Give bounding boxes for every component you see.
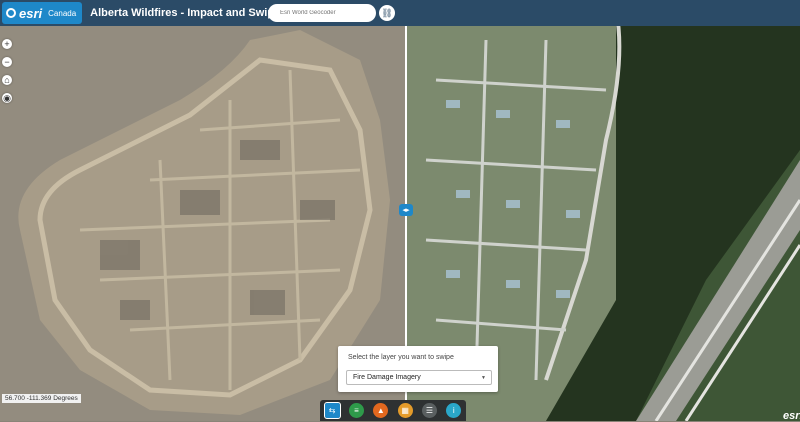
swipe-panel-label: Select the layer you want to swipe (348, 354, 454, 361)
grid-icon[interactable]: ▦ (397, 403, 413, 418)
search-input[interactable] (278, 9, 376, 17)
home-icon[interactable]: ⌂ (2, 75, 12, 85)
swipe-tool-icon[interactable]: ⇆ (323, 402, 341, 419)
coordinates-readout: 56.700 -111.369 Degrees (2, 394, 81, 403)
link-icon[interactable]: ⛓ (379, 5, 395, 21)
info-icon[interactable]: i (446, 403, 462, 418)
chevron-down-icon: ▼ (481, 375, 486, 381)
swipe-icon[interactable]: ◂▸ (399, 204, 413, 216)
search-box[interactable] (268, 4, 376, 22)
locate-icon[interactable]: ◉ (2, 93, 12, 103)
plus-icon[interactable]: + (2, 39, 12, 49)
app-header: esri Canada Alberta Wildfires - Impact a… (0, 0, 800, 26)
esri-canada-logo[interactable]: esri Canada (2, 2, 83, 24)
minus-icon[interactable]: − (2, 57, 12, 67)
swipe-layer-select[interactable]: Fire Damage Imagery ▼ (346, 370, 492, 385)
globe-icon (6, 8, 16, 18)
esri-watermark: esri (783, 410, 800, 422)
bottom-toolbar: ⇆ ≡ ▲ ▦ ☰ i (320, 400, 466, 421)
swipe-layer-selected: Fire Damage Imagery (353, 374, 421, 381)
layers-icon[interactable]: ≡ (348, 403, 364, 418)
list-icon[interactable]: ☰ (421, 403, 437, 418)
swipe-layer-panel: Select the layer you want to swipe Fire … (338, 346, 498, 392)
basemap-icon[interactable]: ▲ (373, 403, 389, 418)
